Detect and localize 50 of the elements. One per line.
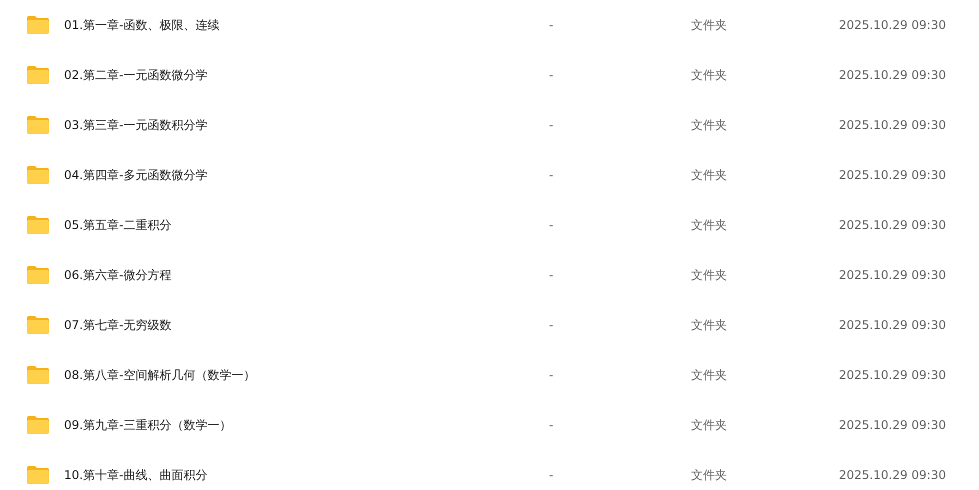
type-cell-text: 文件夹 bbox=[691, 167, 728, 184]
modified-date: 2025.10.29 09:30 bbox=[838, 217, 946, 234]
folder-name[interactable]: 07.第七章-无穷级数 bbox=[64, 316, 549, 334]
folder-name[interactable]: 08.第八章-空间解析几何（数学一） bbox=[64, 366, 549, 384]
folder-icon bbox=[26, 215, 50, 235]
modified-date: 2025.10.29 09:30 bbox=[838, 67, 946, 84]
folder-icon bbox=[26, 365, 50, 385]
modified-date: 2025.10.29 09:30 bbox=[838, 17, 946, 34]
size-cell-text: - bbox=[549, 117, 554, 134]
modified-date: 2025.10.29 09:30 bbox=[838, 317, 946, 334]
size-cell-text: - bbox=[549, 417, 554, 434]
type-cell-text: 文件夹 bbox=[691, 67, 728, 84]
type-cell-text: 文件夹 bbox=[691, 467, 728, 484]
size-cell-text: - bbox=[549, 167, 554, 184]
size-cell-text: - bbox=[549, 317, 554, 334]
folder-name[interactable]: 10.第十章-曲线、曲面积分 bbox=[64, 466, 549, 484]
folder-icon bbox=[26, 265, 50, 285]
size-cell-text: - bbox=[549, 17, 554, 34]
folder-name[interactable]: 09.第九章-三重积分（数学一） bbox=[64, 416, 549, 434]
folder-icon bbox=[26, 165, 50, 185]
size-cell-text: - bbox=[549, 267, 554, 284]
folder-icon bbox=[26, 465, 50, 485]
type-cell-text: 文件夹 bbox=[691, 217, 728, 234]
folder-name[interactable]: 06.第六章-微分方程 bbox=[64, 266, 549, 284]
size-cell-text: - bbox=[549, 367, 554, 384]
modified-date: 2025.10.29 09:30 bbox=[838, 467, 946, 484]
folder-icon bbox=[26, 315, 50, 335]
type-cell-text: 文件夹 bbox=[691, 267, 728, 284]
type-cell-text: 文件夹 bbox=[691, 17, 728, 34]
modified-date: 2025.10.29 09:30 bbox=[838, 367, 946, 384]
type-cell-text: 文件夹 bbox=[691, 117, 728, 134]
type-cell-text: 文件夹 bbox=[691, 317, 728, 334]
type-cell-text: 文件夹 bbox=[691, 417, 728, 434]
folder-name[interactable]: 05.第五章-二重积分 bbox=[64, 216, 549, 234]
type-cell-text: 文件夹 bbox=[691, 367, 728, 384]
folder-name[interactable]: 04.第四章-多元函数微分学 bbox=[64, 166, 549, 184]
folder-name[interactable]: 01.第一章-函数、极限、连续 bbox=[64, 16, 549, 34]
modified-date: 2025.10.29 09:30 bbox=[838, 417, 946, 434]
modified-date: 2025.10.29 09:30 bbox=[838, 117, 946, 134]
folder-name[interactable]: 03.第三章-一元函数积分学 bbox=[64, 116, 549, 134]
folder-icon bbox=[26, 415, 50, 435]
modified-date: 2025.10.29 09:30 bbox=[838, 267, 946, 284]
modified-date: 2025.10.29 09:30 bbox=[838, 167, 946, 184]
folder-icon bbox=[26, 15, 50, 35]
folder-icon bbox=[26, 115, 50, 135]
folder-icon bbox=[26, 65, 50, 85]
folder-name[interactable]: 02.第二章-一元函数微分学 bbox=[64, 66, 549, 84]
size-cell-text: - bbox=[549, 217, 554, 234]
size-cell-text: - bbox=[549, 467, 554, 484]
size-cell-text: - bbox=[549, 67, 554, 84]
